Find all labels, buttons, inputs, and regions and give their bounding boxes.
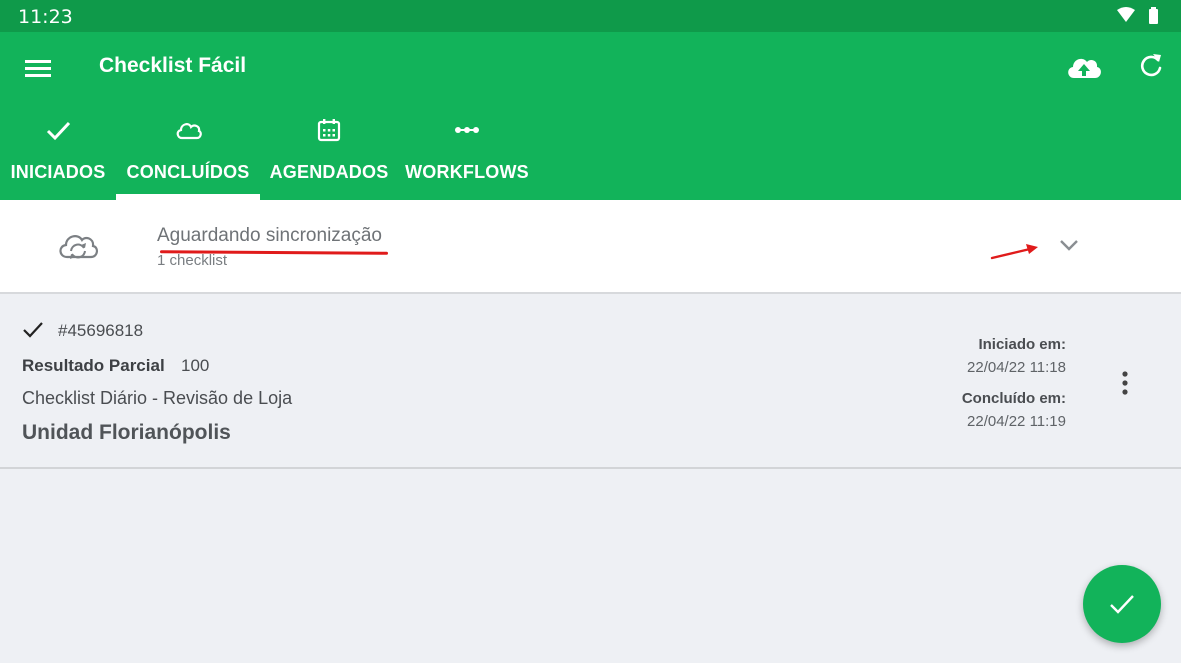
refresh-icon xyxy=(1140,54,1162,77)
app-title: Checklist Fácil xyxy=(99,54,247,77)
check-icon xyxy=(1110,595,1134,614)
sync-group-header[interactable]: Aguardando sincronização 1 checklist xyxy=(0,200,1181,294)
tab-workflows[interactable]: WORKFLOWS xyxy=(398,110,536,200)
cloud-sync-icon xyxy=(59,235,98,259)
tab-label: INICIADOS xyxy=(10,162,106,182)
cloud-icon xyxy=(176,123,202,140)
more-vertical-icon[interactable] xyxy=(1114,369,1136,399)
started-label: Iniciado em: xyxy=(978,336,1066,353)
check-icon xyxy=(46,121,71,141)
unit-name: Unidad Florianópolis xyxy=(22,421,231,444)
tab-label: WORKFLOWS xyxy=(405,162,529,182)
chevron-down-icon[interactable] xyxy=(1056,234,1082,256)
workflow-dots-icon xyxy=(455,127,479,133)
refresh-button[interactable] xyxy=(1134,50,1168,84)
app-bar: Checklist Fácil INICIADOS CONCLUÍDOS AGE… xyxy=(0,32,1181,200)
result-label: Resultado Parcial xyxy=(22,356,165,375)
upload-button[interactable] xyxy=(1064,50,1104,84)
status-time: 11:23 xyxy=(18,6,73,28)
calendar-icon xyxy=(317,119,341,142)
tab-iniciados[interactable]: INICIADOS xyxy=(0,110,116,200)
confirm-fab-button[interactable] xyxy=(1083,565,1161,643)
completed-label: Concluído em: xyxy=(961,390,1066,407)
tab-agendados[interactable]: AGENDADOS xyxy=(260,110,398,200)
tab-label: CONCLUÍDOS xyxy=(126,162,250,182)
tab-label: AGENDADOS xyxy=(269,162,389,182)
checklist-id: #45696818 xyxy=(58,321,144,340)
menu-button[interactable] xyxy=(22,54,54,80)
sync-group-count: 1 checklist xyxy=(157,252,228,269)
tab-concluidos[interactable]: CONCLUÍDOS xyxy=(116,110,260,200)
checklist-name: Checklist Diário - Revisão de Loja xyxy=(22,388,293,408)
completed-value: 22/04/22 11:19 xyxy=(967,413,1066,430)
started-value: 22/04/22 11:18 xyxy=(967,359,1066,376)
cloud-upload-icon xyxy=(1068,58,1101,78)
sync-group-title: Aguardando sincronização xyxy=(157,225,382,246)
wifi-battery-icon xyxy=(1117,7,1158,24)
check-icon xyxy=(23,322,43,338)
status-bar: 11:23 xyxy=(0,0,1181,32)
annotation-arrow-icon xyxy=(990,244,1038,260)
hamburger-menu-icon xyxy=(25,60,51,77)
checklist-card[interactable]: #45696818 Resultado Parcial 100 Checklis… xyxy=(0,295,1181,469)
result-value: 100 xyxy=(181,356,210,375)
status-icons xyxy=(1115,7,1163,25)
